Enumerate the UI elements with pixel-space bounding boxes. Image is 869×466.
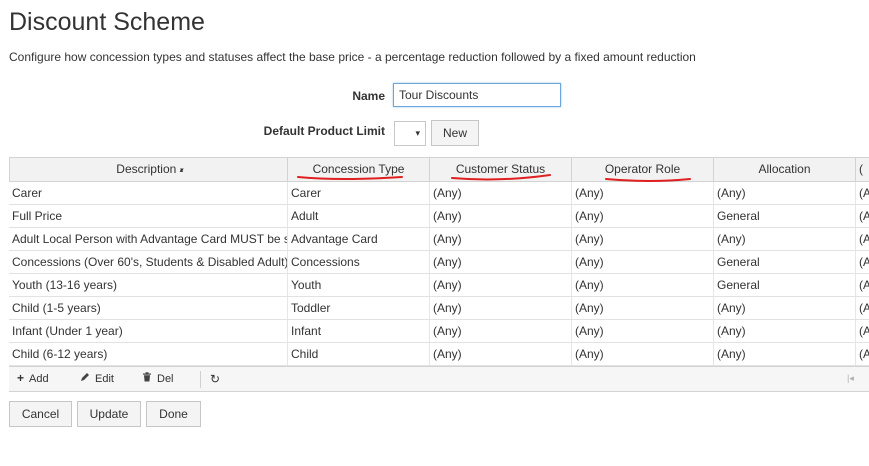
plus-icon: + [17, 371, 25, 385]
edit-button[interactable]: Edit [80, 371, 114, 385]
toolbar-divider [200, 371, 201, 388]
trash-icon [142, 371, 152, 385]
first-page-icon: |◂ [847, 373, 854, 383]
annotation-underlines [297, 174, 691, 182]
pencil-icon [80, 371, 90, 385]
update-button[interactable]: Update [77, 401, 141, 427]
add-button[interactable]: + Add [17, 371, 49, 385]
annotation-underline-operator-role [605, 178, 691, 182]
cancel-button[interactable]: Cancel [9, 401, 72, 427]
annotation-underline-concession-type [297, 176, 403, 180]
del-button[interactable]: Del [142, 371, 174, 385]
grid-toolbar: + Add Edit Del ↻ |◂ [9, 366, 869, 392]
refresh-icon: ↻ [210, 372, 221, 386]
done-button[interactable]: Done [146, 401, 201, 427]
first-page-button[interactable]: |◂ [847, 373, 854, 384]
refresh-button[interactable]: ↻ [210, 372, 220, 386]
annotation-underline-customer-status [451, 174, 551, 181]
